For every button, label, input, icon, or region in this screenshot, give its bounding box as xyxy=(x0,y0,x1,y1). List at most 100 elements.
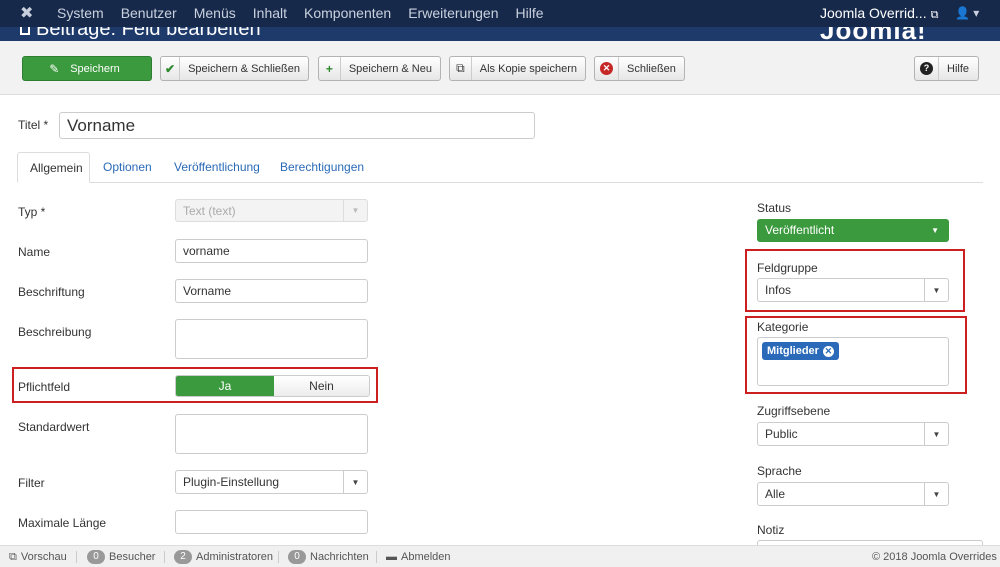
title-input[interactable]: Vorname xyxy=(59,112,535,139)
access-select[interactable]: Public ▼ xyxy=(757,422,949,446)
external-link-icon: ⧉ xyxy=(930,9,939,21)
name-label: Name xyxy=(18,245,51,259)
menu-system[interactable]: System xyxy=(57,0,104,27)
save-button[interactable]: ✎ Speichern xyxy=(22,56,152,81)
required-yes-button[interactable]: Ja xyxy=(176,376,274,396)
access-value: Public xyxy=(765,427,798,441)
visitors-count-badge: 0 xyxy=(87,550,105,564)
menu-users[interactable]: Benutzer xyxy=(121,0,177,27)
caption-value: Vorname xyxy=(183,284,232,298)
name-value: vorname xyxy=(183,244,230,258)
chevron-down-icon: ▼ xyxy=(924,483,948,505)
messages-link[interactable]: 0 Nachrichten xyxy=(288,546,369,567)
chevron-down-icon: ▼ xyxy=(924,279,948,301)
name-input[interactable]: vorname xyxy=(175,239,368,263)
logout-link[interactable]: ▬ Abmelden xyxy=(386,546,451,567)
description-textarea[interactable] xyxy=(175,319,368,359)
check-icon: ✔ xyxy=(161,57,181,80)
user-menu-icon[interactable]: 👤 ▾ xyxy=(955,0,979,27)
filter-select[interactable]: Plugin-Einstellung ▼ xyxy=(175,470,368,494)
status-bar: ⧉ Vorschau 0 Besucher 2 Administratoren 0 Na… xyxy=(0,545,1000,567)
status-label: Status xyxy=(757,201,792,215)
default-label: Standardwert xyxy=(18,420,90,434)
plus-icon: + xyxy=(319,57,341,80)
external-link-icon: ⧉ xyxy=(9,551,17,563)
title-label: Titel * xyxy=(18,118,49,132)
status-value: Veröffentlicht xyxy=(765,223,835,237)
brand-logo: Joomla! xyxy=(820,27,927,41)
save-copy-button[interactable]: ⧉ Als Kopie speichern xyxy=(449,56,586,81)
menu-menus[interactable]: Menüs xyxy=(194,0,236,27)
menu-help[interactable]: Hilfe xyxy=(515,0,543,27)
preview-link[interactable]: ⧉ Vorschau xyxy=(9,546,67,567)
save-new-button[interactable]: + Speichern & Neu xyxy=(318,56,441,81)
tab-bar: Allgemein Optionen Veröffentlichung Bere… xyxy=(17,152,983,183)
messages-count-badge: 0 xyxy=(288,550,306,564)
caption-label: Beschriftung xyxy=(18,285,85,299)
language-label: Sprache xyxy=(757,464,802,478)
required-no-button[interactable]: Nein xyxy=(274,376,369,396)
joomla-logo-icon[interactable]: ✖ xyxy=(20,5,38,23)
close-button[interactable]: ✕ Schließen xyxy=(594,56,685,81)
category-tag[interactable]: Mitglieder ✕ xyxy=(762,342,839,360)
fieldgroup-select[interactable]: Infos ▼ xyxy=(757,278,949,302)
copy-icon: ⧉ xyxy=(450,57,472,80)
fieldgroup-label: Feldgruppe xyxy=(757,261,818,275)
main-menu: System Benutzer Menüs Inhalt Komponenten… xyxy=(57,0,561,27)
toolbar: ✎ Speichern ✔ Speichern & Schließen + Sp… xyxy=(0,41,1000,95)
type-select[interactable]: Text (text) ▼ xyxy=(175,199,368,222)
help-icon: ? xyxy=(920,62,933,75)
divider xyxy=(164,551,165,563)
tab-publishing[interactable]: Veröffentlichung xyxy=(162,152,272,183)
site-name: Joomla Overrid... xyxy=(820,5,927,21)
page-title: Beiträge: Feld bearbeiten xyxy=(36,27,261,40)
category-tag-label: Mitglieder xyxy=(767,345,819,357)
type-label: Typ * xyxy=(18,205,46,219)
note-label: Notiz xyxy=(757,523,785,537)
close-circle-icon: ✕ xyxy=(600,62,613,75)
site-link[interactable]: Joomla Overrid... ⧉ xyxy=(820,0,938,29)
description-label: Beschreibung xyxy=(18,325,92,339)
type-value: Text (text) xyxy=(183,203,236,218)
chevron-down-icon: ▼ xyxy=(343,200,367,221)
divider xyxy=(376,551,377,563)
chevron-down-icon: ▼ xyxy=(343,471,367,493)
divider xyxy=(76,551,77,563)
menu-components[interactable]: Komponenten xyxy=(304,0,391,27)
required-toggle: Ja Nein xyxy=(175,375,370,397)
save-close-button[interactable]: ✔ Speichern & Schließen xyxy=(160,56,309,81)
language-value: Alle xyxy=(765,487,786,501)
tab-options[interactable]: Optionen xyxy=(91,152,164,183)
admins-link[interactable]: 2 Administratoren xyxy=(174,546,273,567)
copyright: © 2018 Joomla Overrides xyxy=(872,551,997,563)
maxlength-input[interactable] xyxy=(175,510,368,534)
chevron-down-icon: ▼ xyxy=(924,423,948,445)
status-select[interactable]: Veröffentlicht ▼ xyxy=(757,219,949,242)
divider xyxy=(278,551,279,563)
maxlength-label: Maximale Länge xyxy=(18,516,107,530)
language-select[interactable]: Alle ▼ xyxy=(757,482,949,506)
edit-icon: ✎ xyxy=(49,61,60,76)
menu-extensions[interactable]: Erweiterungen xyxy=(408,0,498,27)
tab-permissions[interactable]: Berechtigungen xyxy=(268,152,376,183)
access-label: Zugriffsebene xyxy=(757,404,831,418)
default-textarea[interactable] xyxy=(175,414,368,454)
top-navbar: ✖ System Benutzer Menüs Inhalt Komponent… xyxy=(0,0,1000,27)
remove-tag-icon[interactable]: ✕ xyxy=(822,345,834,357)
page-header: Beiträge: Feld bearbeiten Joomla! xyxy=(0,27,1000,41)
visitors-link[interactable]: 0 Besucher xyxy=(87,546,155,567)
title-value: Vorname xyxy=(67,115,136,135)
help-button[interactable]: ? Hilfe xyxy=(914,56,979,81)
admins-count-badge: 2 xyxy=(174,550,192,564)
required-label: Pflichtfeld xyxy=(18,380,71,394)
chevron-down-icon: ▼ xyxy=(931,226,939,235)
category-label: Kategorie xyxy=(757,320,809,334)
tab-general[interactable]: Allgemein xyxy=(17,152,90,183)
menu-content[interactable]: Inhalt xyxy=(253,0,287,27)
fieldgroup-value: Infos xyxy=(765,283,792,297)
filter-value: Plugin-Einstellung xyxy=(183,475,280,489)
minus-icon: ▬ xyxy=(386,551,397,563)
field-icon xyxy=(20,27,30,35)
filter-label: Filter xyxy=(18,476,45,490)
caption-input[interactable]: Vorname xyxy=(175,279,368,303)
